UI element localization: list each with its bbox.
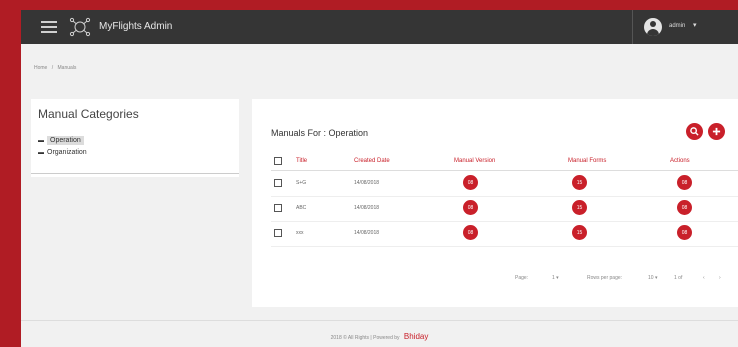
manual-forms-button[interactable]: 15 xyxy=(572,225,587,240)
pager-prev-button[interactable]: ‹ xyxy=(703,275,705,281)
manuals-panel: Manuals For : Operation Title Created Da… xyxy=(252,99,738,307)
table-row: ABC 14/08/2018 08 15 08 xyxy=(271,196,738,222)
manual-version-button[interactable]: 08 xyxy=(463,175,478,190)
pager-rows-select[interactable]: 10 ▾ xyxy=(648,275,657,281)
row-title: ABC xyxy=(296,205,307,211)
action-button[interactable]: 08 xyxy=(677,175,692,190)
search-button[interactable] xyxy=(686,123,703,140)
pager-range: 1 of xyxy=(674,275,683,281)
row-checkbox[interactable] xyxy=(274,204,282,212)
action-button[interactable]: 08 xyxy=(677,225,692,240)
manual-forms-button[interactable]: 15 xyxy=(572,175,587,190)
category-label: Operation xyxy=(47,136,84,145)
footer-text: 2018 © All Rights | Powered by xyxy=(330,335,400,341)
add-manual-button[interactable] xyxy=(708,123,725,140)
categories-title: Manual Categories xyxy=(38,107,139,121)
row-title: xxx xyxy=(296,230,304,236)
table-row: xxx 14/08/2018 08 15 08 xyxy=(271,221,738,247)
category-label: Organization xyxy=(47,149,87,156)
top-navbar: MyFlights Admin admin ▾ xyxy=(21,10,738,44)
select-all-checkbox[interactable] xyxy=(274,157,282,165)
column-actions: Actions xyxy=(670,158,690,164)
category-item-operation[interactable]: ▬ Operation xyxy=(38,136,84,145)
column-manual-forms: Manual Forms xyxy=(568,158,607,164)
plus-icon xyxy=(712,127,721,136)
column-manual-version: Manual Version xyxy=(454,158,496,164)
user-avatar[interactable] xyxy=(644,18,662,36)
column-created-date[interactable]: Created Date xyxy=(354,158,390,164)
menu-icon[interactable] xyxy=(41,21,57,33)
app-title: MyFlights Admin xyxy=(99,21,173,32)
folder-icon: ▬ xyxy=(38,137,44,144)
row-created-date: 14/08/2018 xyxy=(354,180,380,186)
footer-divider xyxy=(21,320,738,321)
user-name[interactable]: admin xyxy=(669,23,685,29)
row-title: S+G xyxy=(296,180,307,186)
navbar-divider xyxy=(632,10,633,44)
table-header: Title Created Date Manual Version Manual… xyxy=(271,152,738,171)
row-checkbox[interactable] xyxy=(274,229,282,237)
chevron-down-icon[interactable]: ▾ xyxy=(693,21,697,29)
manual-forms-button[interactable]: 15 xyxy=(572,200,587,215)
manual-version-button[interactable]: 08 xyxy=(463,200,478,215)
footer: 2018 © All Rights | Powered by Bhiday xyxy=(21,332,738,341)
categories-panel: Manual Categories ▬ Operation ▬ Organiza… xyxy=(31,99,239,177)
action-button[interactable]: 08 xyxy=(677,200,692,215)
folder-icon: ▬ xyxy=(38,149,44,156)
logo-icon xyxy=(69,17,91,37)
footer-brand[interactable]: Bhiday xyxy=(404,332,428,341)
breadcrumb: Home / Manuals xyxy=(34,65,79,71)
manual-version-button[interactable]: 08 xyxy=(463,225,478,240)
row-created-date: 14/08/2018 xyxy=(354,230,380,236)
row-created-date: 14/08/2018 xyxy=(354,205,380,211)
column-title[interactable]: Title xyxy=(296,158,307,164)
search-icon xyxy=(690,127,699,136)
pager-next-button[interactable]: › xyxy=(719,275,721,281)
category-item-organization[interactable]: ▬ Organization xyxy=(38,149,87,156)
breadcrumb-current: Manuals xyxy=(57,65,77,71)
table-row: S+G 14/08/2018 08 15 08 xyxy=(271,171,738,197)
breadcrumb-separator: / xyxy=(51,65,54,71)
breadcrumb-home[interactable]: Home xyxy=(34,65,47,71)
row-checkbox[interactable] xyxy=(274,179,282,187)
pager-page-select[interactable]: 1 ▾ xyxy=(552,275,559,281)
panel-divider xyxy=(31,173,239,174)
pager-page-label: Page: xyxy=(515,275,529,281)
pager-rows-label: Rows per page: xyxy=(587,275,623,281)
manuals-title: Manuals For : Operation xyxy=(271,128,369,138)
app-frame: MyFlights Admin admin ▾ Home / Manuals M… xyxy=(21,10,738,347)
